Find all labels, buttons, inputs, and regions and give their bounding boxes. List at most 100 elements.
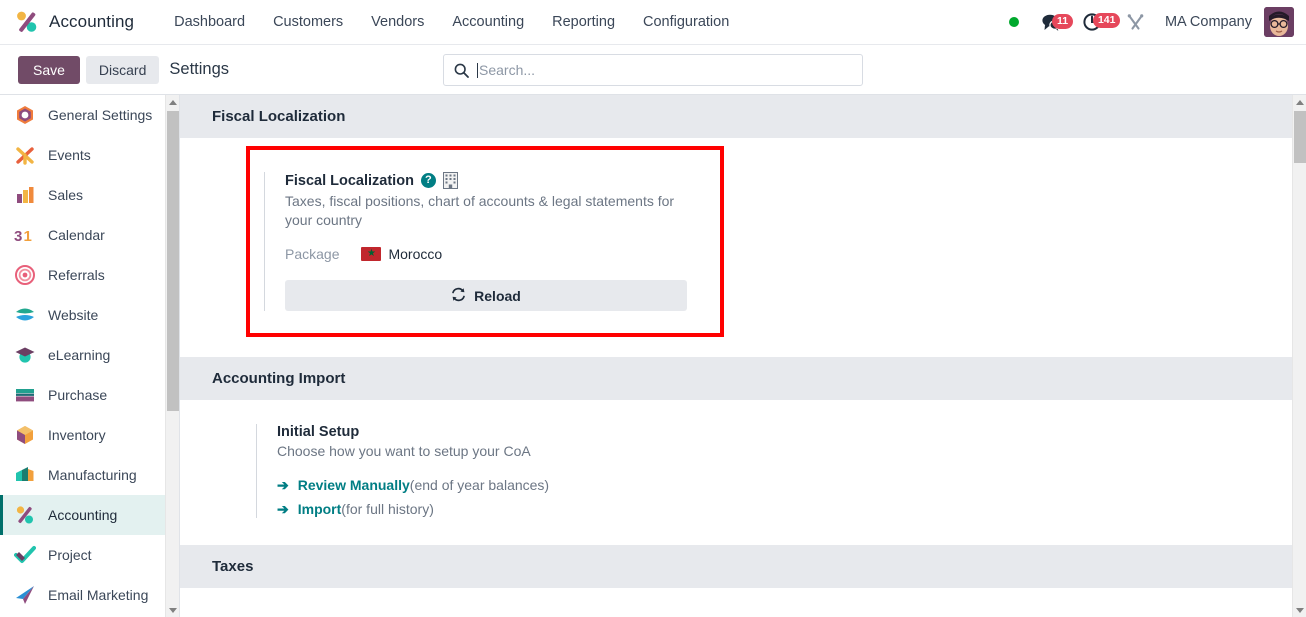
sidebar-scrollbar[interactable] — [165, 95, 179, 617]
accounting-icon — [14, 504, 36, 526]
sidebar-item-label: Project — [48, 547, 92, 563]
main-menu: Dashboard Customers Vendors Accounting R… — [160, 0, 743, 44]
review-manually-link[interactable]: Review Manually — [298, 477, 410, 493]
online-status-dot — [1008, 17, 1019, 27]
sidebar-item-label: Purchase — [48, 387, 108, 403]
sidebar-item-label: Accounting — [48, 507, 118, 523]
sidebar-item-label: eLearning — [48, 347, 111, 363]
arrow-right-icon: ➔ — [277, 501, 289, 517]
menu-item-configuration[interactable]: Configuration — [629, 0, 743, 44]
import-link[interactable]: Import — [298, 501, 342, 517]
top-navbar: Accounting Dashboard Customers Vendors A… — [0, 0, 1306, 45]
website-icon — [14, 304, 36, 326]
initial-setup-setting: Initial Setup Choose how you want to set… — [256, 424, 1290, 518]
control-panel: Save Discard Settings Search... — [0, 45, 1306, 95]
company-building-icon[interactable] — [442, 172, 458, 189]
app-brand[interactable]: Accounting — [0, 0, 140, 44]
sidebar-item-general-settings[interactable]: General Settings — [0, 95, 179, 135]
sidebar-item-label: Events — [48, 147, 91, 163]
user-avatar[interactable] — [1264, 7, 1294, 37]
sidebar-item-inventory[interactable]: Inventory — [0, 415, 179, 455]
fiscal-localization-highlight-box: Fiscal Localization ? Taxes, fiscal posi… — [246, 146, 724, 337]
settings-sidebar: General Settings Events Sales 3 1 Calend… — [0, 95, 180, 617]
activities-button[interactable]: 141 — [1076, 12, 1121, 32]
initial-setup-title: Initial Setup — [277, 424, 360, 440]
morocco-flag-icon — [361, 247, 382, 261]
content-scrollbar-thumb[interactable] — [1294, 111, 1306, 163]
import-row: ➔ Import (for full history) — [277, 501, 1290, 518]
sidebar-item-email-marketing[interactable]: Email Marketing — [0, 575, 179, 615]
review-manually-row: ➔ Review Manually (end of year balances) — [277, 477, 1290, 494]
fiscal-localization-setting: Fiscal Localization ? Taxes, fiscal posi… — [264, 172, 720, 311]
sidebar-item-sales[interactable]: Sales — [0, 175, 179, 215]
sidebar-item-elearning[interactable]: eLearning — [0, 335, 179, 375]
menu-item-reporting[interactable]: Reporting — [538, 0, 629, 44]
svg-text:3: 3 — [14, 228, 22, 245]
calendar-icon: 3 1 — [14, 224, 36, 246]
section-header-taxes: Taxes — [180, 545, 1306, 588]
menu-item-customers[interactable]: Customers — [259, 0, 357, 44]
arrow-right-icon: ➔ — [277, 477, 289, 493]
company-switcher[interactable]: MA Company — [1155, 14, 1262, 30]
sidebar-item-referrals[interactable]: Referrals — [0, 255, 179, 295]
sales-icon — [14, 184, 36, 206]
accounting-app-icon — [14, 9, 40, 35]
reload-button[interactable]: Reload — [285, 280, 687, 311]
scroll-down-arrow-icon[interactable] — [1293, 603, 1306, 617]
page-body: General Settings Events Sales 3 1 Calend… — [0, 95, 1306, 617]
fiscal-localization-title-row: Fiscal Localization ? — [285, 172, 702, 189]
sidebar-item-website[interactable]: Website — [0, 295, 179, 335]
sidebar-scrollbar-thumb[interactable] — [167, 111, 179, 411]
project-icon — [14, 544, 36, 566]
save-button[interactable]: Save — [18, 55, 80, 84]
menu-item-dashboard[interactable]: Dashboard — [160, 0, 259, 44]
sidebar-item-accounting[interactable]: Accounting — [0, 495, 179, 535]
section-header-fiscal-localization: Fiscal Localization — [180, 95, 1306, 138]
menu-item-vendors[interactable]: Vendors — [357, 0, 438, 44]
brand-name: Accounting — [49, 12, 135, 31]
discard-button[interactable]: Discard — [85, 55, 160, 84]
package-row: Package Morocco — [285, 246, 702, 262]
messages-button[interactable]: 11 — [1035, 13, 1074, 32]
section-header-accounting-import: Accounting Import — [180, 357, 1306, 400]
reload-button-label: Reload — [474, 287, 521, 304]
section-body-fiscal-localization: Fiscal Localization ? Taxes, fiscal posi… — [196, 146, 1290, 357]
referrals-icon — [14, 264, 36, 286]
import-note: (for full history) — [341, 501, 434, 517]
sidebar-item-label: Website — [48, 307, 99, 323]
menu-item-accounting[interactable]: Accounting — [438, 0, 538, 44]
messages-count-badge: 11 — [1051, 13, 1074, 29]
scroll-up-arrow-icon[interactable] — [166, 95, 179, 109]
page-title: Settings — [169, 60, 230, 78]
sidebar-item-events[interactable]: Events — [0, 135, 179, 175]
package-label: Package — [285, 246, 340, 262]
settings-content-inner: Fiscal Localization Fiscal Localization … — [180, 95, 1306, 617]
scroll-down-arrow-icon[interactable] — [166, 603, 179, 617]
general-settings-icon — [14, 104, 36, 126]
scroll-up-arrow-icon[interactable] — [1293, 95, 1306, 109]
developer-tools-icon[interactable] — [1116, 13, 1155, 32]
sidebar-item-label: Calendar — [48, 227, 105, 243]
section-body-accounting-import: Initial Setup Choose how you want to set… — [196, 424, 1290, 545]
fiscal-localization-description: Taxes, fiscal positions, chart of accoun… — [285, 193, 675, 228]
inventory-icon — [14, 424, 36, 446]
help-circle-icon[interactable]: ? — [420, 173, 436, 188]
sidebar-item-manufacturing[interactable]: Manufacturing — [0, 455, 179, 495]
fiscal-localization-title: Fiscal Localization — [285, 172, 414, 189]
initial-setup-description: Choose how you want to setup your CoA — [277, 443, 531, 459]
search-input[interactable]: Search... — [443, 54, 863, 86]
sidebar-item-label: Inventory — [48, 427, 106, 443]
sidebar-item-purchase[interactable]: Purchase — [0, 375, 179, 415]
purchase-icon — [14, 384, 36, 406]
sidebar-item-label: General Settings — [48, 107, 153, 123]
package-value[interactable]: Morocco — [388, 246, 442, 262]
sidebar-item-label: Sales — [48, 187, 84, 203]
sidebar-item-project[interactable]: Project — [0, 535, 179, 575]
sidebar-item-calendar[interactable]: 3 1 Calendar — [0, 215, 179, 255]
email-marketing-icon — [14, 584, 36, 606]
refresh-icon — [451, 287, 466, 305]
content-scrollbar[interactable] — [1292, 95, 1306, 617]
